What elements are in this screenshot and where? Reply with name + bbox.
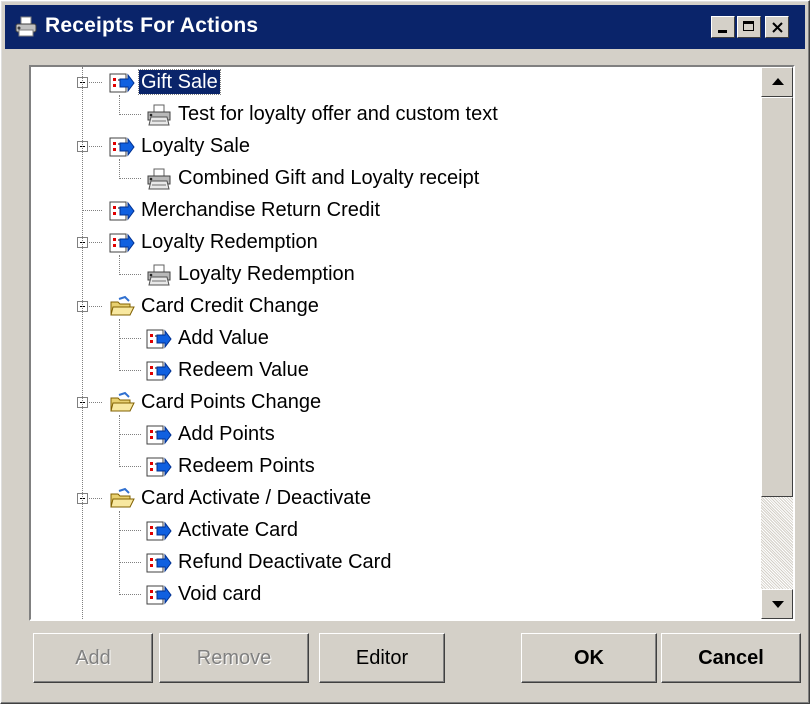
cancel-button[interactable]: Cancel: [661, 633, 801, 683]
tree-connector: [119, 562, 141, 563]
action-icon: [146, 583, 172, 607]
tree-node-label[interactable]: Combined Gift and Loyalty receipt: [176, 166, 481, 190]
close-button[interactable]: [765, 16, 789, 38]
folder-open-icon: [109, 391, 135, 415]
tree-child-node[interactable]: Redeem Value: [31, 355, 761, 387]
tree-node-label[interactable]: Add Points: [176, 422, 277, 446]
tree-node[interactable]: Gift Sale: [31, 67, 761, 99]
tree-connector: [119, 114, 141, 115]
tree-content: Gift Sale Test for loyalty offer and cust…: [31, 67, 761, 619]
maximize-icon: [743, 21, 754, 31]
tree-node-label[interactable]: Merchandise Return Credit: [139, 198, 382, 222]
tree-connector: [119, 370, 141, 371]
ok-button[interactable]: OK: [521, 633, 657, 683]
tree-node[interactable]: Merchandise Return Credit: [31, 195, 761, 227]
tree-connector: [119, 274, 141, 275]
close-icon: [772, 22, 783, 33]
tree-connector: [119, 178, 141, 179]
tree-node[interactable]: Card Credit Change: [31, 291, 761, 323]
folder-open-icon: [109, 295, 135, 319]
title-bar[interactable]: Receipts For Actions: [5, 5, 805, 49]
window-title: Receipts For Actions: [45, 14, 259, 37]
tree-child-node[interactable]: Test for loyalty offer and custom text: [31, 99, 761, 131]
printer-icon: [146, 263, 172, 287]
folder-open-icon: [109, 487, 135, 511]
scrollbar-thumb[interactable]: [761, 97, 793, 497]
tree-node-label[interactable]: Refund Deactivate Card: [176, 550, 393, 574]
tree-node-label[interactable]: Card Activate / Deactivate: [139, 486, 373, 510]
receipt-printer-icon: [15, 16, 37, 37]
action-icon: [109, 135, 135, 159]
tree-connector: [119, 338, 141, 339]
printer-icon: [146, 103, 172, 127]
action-icon: [109, 231, 135, 255]
tree-node-label[interactable]: Loyalty Redemption: [176, 262, 357, 286]
tree-branch-connector: [119, 255, 120, 275]
tree-node-label[interactable]: Card Credit Change: [139, 294, 321, 318]
tree-child-node[interactable]: Activate Card: [31, 515, 761, 547]
tree-connector: [119, 466, 141, 467]
tree-node-label[interactable]: Void card: [176, 582, 263, 606]
minimize-button[interactable]: [711, 16, 735, 38]
arrow-down-icon: [772, 601, 784, 608]
scroll-down-button[interactable]: [761, 589, 793, 619]
tree-child-node[interactable]: Void card: [31, 579, 761, 611]
dialog-window: Receipts For Actions Gift Sale Test for l…: [0, 0, 810, 704]
tree-branch-connector: [119, 159, 120, 179]
tree-node-label[interactable]: Gift Sale: [138, 69, 221, 95]
tree-node-label[interactable]: Test for loyalty offer and custom text: [176, 102, 500, 126]
tree-child-node[interactable]: Add Value: [31, 323, 761, 355]
add-button[interactable]: Add: [33, 633, 153, 683]
action-icon: [109, 71, 135, 95]
tree-branch-connector: [119, 95, 120, 115]
tree-node[interactable]: Card Activate / Deactivate: [31, 483, 761, 515]
tree-branch-connector: [119, 319, 120, 371]
remove-button[interactable]: Remove: [159, 633, 309, 683]
tree-node-label[interactable]: Card Points Change: [139, 390, 323, 414]
arrow-up-icon: [772, 78, 784, 85]
receipts-tree-view[interactable]: Gift Sale Test for loyalty offer and cust…: [29, 65, 795, 621]
tree-node-label[interactable]: Redeem Value: [176, 358, 311, 382]
action-icon: [109, 199, 135, 223]
vertical-scrollbar[interactable]: [761, 67, 793, 619]
tree-root-connector: [82, 67, 83, 619]
tree-node[interactable]: Loyalty Redemption: [31, 227, 761, 259]
tree-connector: [119, 434, 141, 435]
tree-branch-connector: [119, 511, 120, 595]
tree-child-node[interactable]: Refund Deactivate Card: [31, 547, 761, 579]
tree-connector: [82, 210, 102, 211]
tree-node[interactable]: Card Points Change: [31, 387, 761, 419]
action-icon: [146, 327, 172, 351]
tree-branch-connector: [119, 415, 120, 467]
action-icon: [146, 519, 172, 543]
tree-child-node[interactable]: Loyalty Redemption: [31, 259, 761, 291]
tree-connector: [119, 530, 141, 531]
tree-node-label[interactable]: Loyalty Redemption: [139, 230, 320, 254]
action-icon: [146, 551, 172, 575]
tree-node-label[interactable]: Add Value: [176, 326, 271, 350]
action-icon: [146, 455, 172, 479]
minimize-icon: [718, 30, 727, 33]
action-icon: [146, 359, 172, 383]
tree-child-node[interactable]: Redeem Points: [31, 451, 761, 483]
tree-child-node[interactable]: Add Points: [31, 419, 761, 451]
printer-icon: [146, 167, 172, 191]
tree-node-label[interactable]: Activate Card: [176, 518, 300, 542]
editor-button[interactable]: Editor: [319, 633, 445, 683]
tree-node-label[interactable]: Redeem Points: [176, 454, 317, 478]
tree-child-node[interactable]: Combined Gift and Loyalty receipt: [31, 163, 761, 195]
tree-node-label[interactable]: Loyalty Sale: [139, 134, 252, 158]
maximize-button[interactable]: [737, 16, 761, 38]
tree-connector: [119, 594, 141, 595]
tree-node[interactable]: Loyalty Sale: [31, 131, 761, 163]
scroll-up-button[interactable]: [761, 67, 793, 97]
action-icon: [146, 423, 172, 447]
